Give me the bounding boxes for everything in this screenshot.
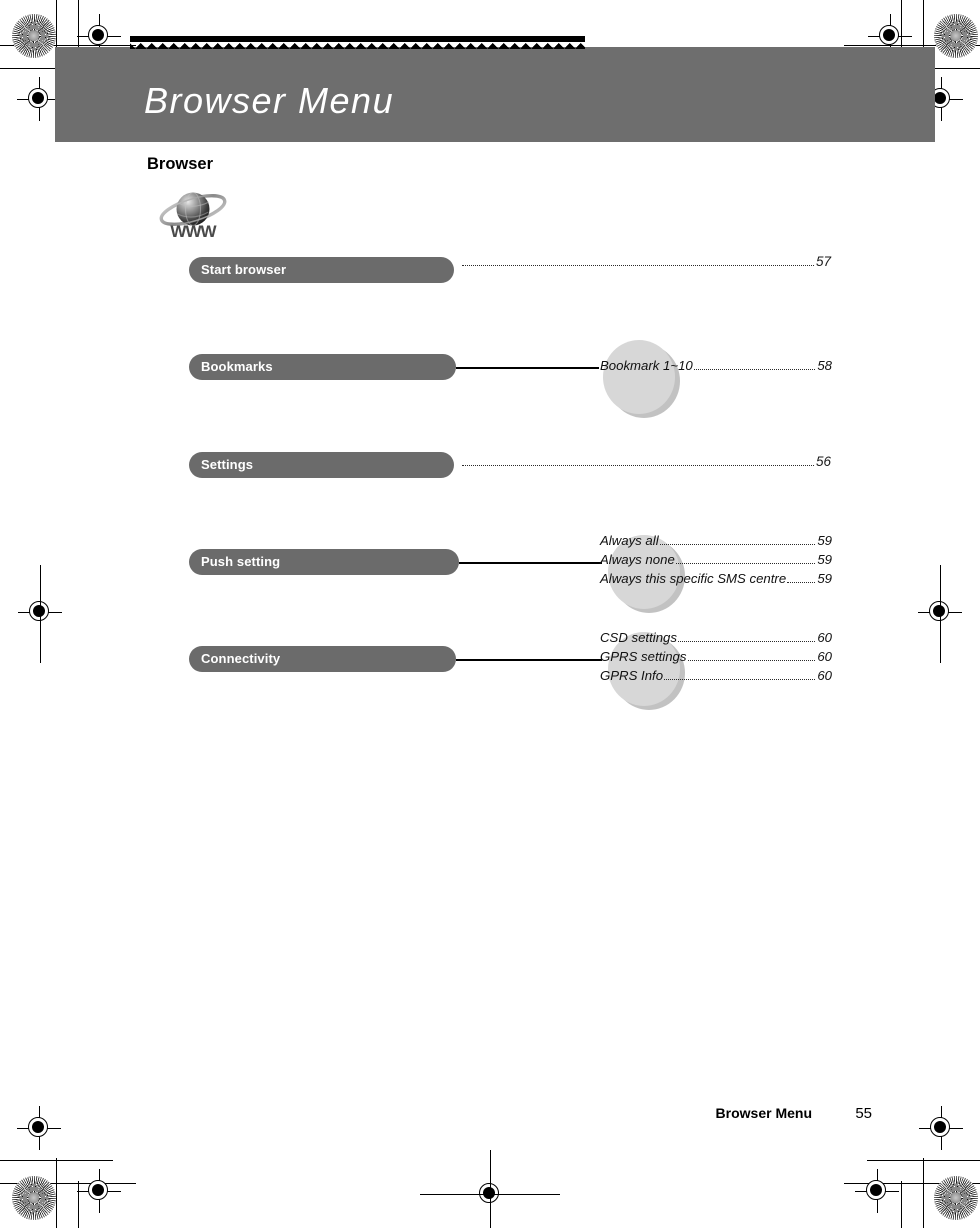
tick-line-left-middle <box>39 565 41 663</box>
sub-entry-dots <box>675 563 816 564</box>
rosette-target-bottom-right <box>934 1176 978 1220</box>
sub-entry-label: GPRS Info <box>600 668 664 683</box>
crop-mark-top-left <box>0 45 136 46</box>
sub-entry-label: Always none <box>600 552 675 567</box>
rosette-target-top-left <box>12 14 56 58</box>
menu-pill-label: Settings <box>201 457 254 472</box>
crop-mark-bottom-right <box>844 1183 980 1184</box>
crop-mark-top-right <box>844 45 980 46</box>
sub-entry: Always this specific SMS centre 59 <box>600 569 832 588</box>
sub-entry-dots <box>677 641 816 642</box>
tick-line-bottom-center <box>489 1150 491 1228</box>
sub-entry-dots <box>787 582 816 583</box>
menu-pill-label: Bookmarks <box>201 359 273 374</box>
leader-dots <box>462 465 814 466</box>
sub-entry-label: GPRS settings <box>600 649 687 664</box>
sub-entry-label: Always all <box>600 533 659 548</box>
sub-entry-label: Bookmark 1~10 <box>600 358 693 373</box>
sub-entry-dots <box>687 660 816 661</box>
header-zigzag-decoration <box>130 36 585 49</box>
sub-entry-label: CSD settings <box>600 630 677 645</box>
menu-pill-label: Connectivity <box>201 651 281 666</box>
menu-pill-bookmarks[interactable]: Bookmarks <box>189 354 456 380</box>
crop-mark-bottom-left-v2 <box>78 1181 79 1228</box>
rosette-target-bottom-left <box>12 1176 56 1220</box>
menu-pill-label: Push setting <box>201 554 281 569</box>
connector-line-bookmarks <box>456 367 599 369</box>
section-heading: Browser <box>147 155 214 173</box>
leader-start-browser: 57 <box>461 254 831 270</box>
page-footer: Browser Menu 55 <box>0 1105 980 1127</box>
connector-line-push-setting <box>459 562 602 564</box>
connector-line-connectivity <box>456 659 602 661</box>
menu-pill-connectivity[interactable]: Connectivity <box>189 646 456 672</box>
bubble-bookmarks <box>603 340 675 414</box>
sub-entry-dots <box>664 679 816 680</box>
sub-entry: CSD settings 60 <box>600 628 832 647</box>
rosette-target-top-right <box>934 14 978 58</box>
sub-entry-dots <box>659 544 816 545</box>
svg-text:WWW: WWW <box>170 222 217 241</box>
sub-entry: Always none 59 <box>600 550 832 569</box>
footer-page-number: 55 <box>855 1105 872 1122</box>
menu-pill-label: Start browser <box>201 262 287 277</box>
crop-mark-bottom-left-v <box>56 1158 57 1228</box>
crop-mark-bottom-right-v2 <box>901 1181 902 1228</box>
sub-entry-page: 59 <box>817 571 832 586</box>
footer-title: Browser Menu <box>715 1105 812 1121</box>
sublist-push-setting: Always all 59 Always none 59 Always this… <box>600 531 832 588</box>
sub-entry-page: 59 <box>817 533 832 548</box>
sub-entry-page: 59 <box>817 552 832 567</box>
sub-entry: Always all 59 <box>600 531 832 550</box>
registration-mark-left-middle <box>18 590 62 634</box>
www-globe-icon: WWW <box>155 190 231 242</box>
crop-mark-bottom-right-2 <box>867 1160 980 1161</box>
sub-entry: Bookmark 1~10 58 <box>600 356 832 375</box>
sublist-connectivity: CSD settings 60 GPRS settings 60 GPRS In… <box>600 628 832 685</box>
tick-line-right-middle <box>939 565 941 663</box>
crop-mark-top-left-v2 <box>78 0 79 47</box>
registration-mark-bottom-center <box>468 1172 512 1216</box>
sublist-bookmarks: Bookmark 1~10 58 <box>600 356 832 375</box>
sub-entry-page: 58 <box>817 358 832 373</box>
menu-pill-push-setting[interactable]: Push setting <box>189 549 459 575</box>
sub-entry-page: 60 <box>817 668 832 683</box>
registration-mark-right-middle <box>918 590 962 634</box>
sub-entry: GPRS Info 60 <box>600 666 832 685</box>
crop-mark-bottom-right-v <box>923 1158 924 1228</box>
sub-entry-page: 60 <box>817 630 832 645</box>
crop-mark-bottom-left-2 <box>0 1160 113 1161</box>
crop-mark-top-right-v2 <box>901 0 902 47</box>
sub-entry-dots <box>693 369 816 370</box>
sub-entry-page: 60 <box>817 649 832 664</box>
registration-mark-bottom-left <box>77 1169 121 1213</box>
menu-pill-start-browser[interactable]: Start browser <box>189 257 454 283</box>
crop-mark-bottom-left <box>0 1183 136 1184</box>
sub-entry-label: Always this specific SMS centre <box>600 571 787 586</box>
tick-line-bottom-center-h <box>420 1193 560 1195</box>
leader-dots <box>462 265 814 266</box>
menu-pill-settings[interactable]: Settings <box>189 452 454 478</box>
leader-settings: 56 <box>461 454 831 470</box>
sub-entry: GPRS settings 60 <box>600 647 832 666</box>
leader-page-number: 57 <box>815 254 831 269</box>
leader-page-number: 56 <box>815 454 831 469</box>
page-title: Browser Menu <box>144 80 395 121</box>
registration-mark-bottom-right <box>855 1169 899 1213</box>
